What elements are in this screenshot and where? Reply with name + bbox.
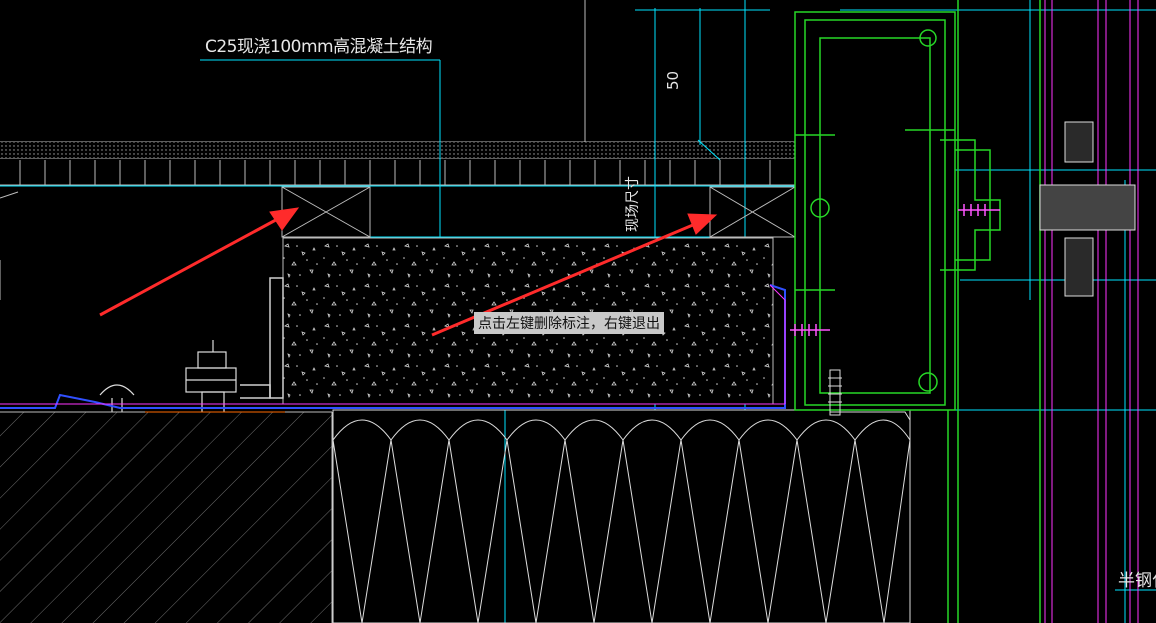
left-edge	[0, 191, 19, 300]
structure-label: C25现浇100mm高混凝土结构	[205, 37, 433, 57]
command-tooltip: 点击左键删除标注，右键退出	[474, 312, 664, 334]
gaskets	[1039, 121, 1136, 297]
dimension-50: 50	[664, 70, 682, 90]
left-angle-bracket	[240, 277, 284, 399]
ground-hatch	[0, 412, 332, 623]
insulation-panel	[332, 409, 911, 623]
bottom-trim	[830, 411, 911, 623]
glass-lines	[1044, 0, 1139, 623]
glass-label: 半钢化	[1118, 571, 1156, 591]
slab-ticks	[0, 160, 795, 186]
site-size-label: 现场尺寸	[625, 176, 641, 232]
aluminium-frame	[794, 0, 1041, 623]
slab-hatch	[0, 142, 795, 158]
wood-blocks	[281, 186, 796, 238]
